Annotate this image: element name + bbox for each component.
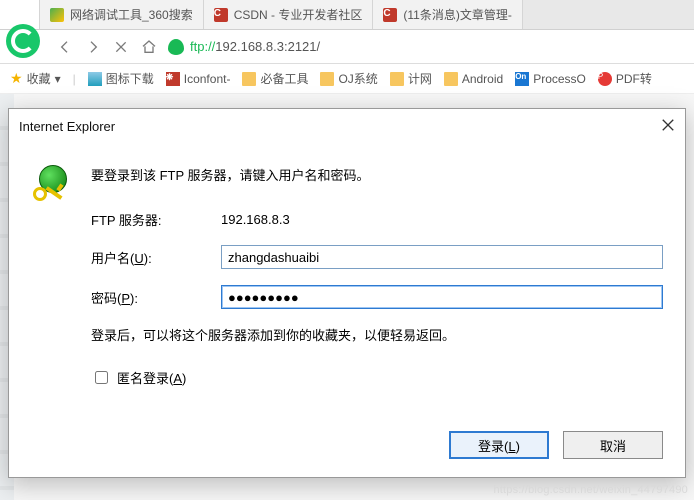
bm-2[interactable]: 必备工具: [242, 70, 308, 87]
bm-label: ProcessO: [533, 72, 586, 86]
bm-6[interactable]: On ProcessO: [515, 72, 586, 86]
forward-button[interactable]: [84, 38, 102, 56]
tab-0[interactable]: 网络调试工具_360搜索: [40, 0, 204, 29]
image-icon: [88, 72, 102, 86]
star-icon: ★: [10, 70, 23, 87]
browser-logo: [6, 24, 40, 58]
bm-label: 计网: [408, 70, 432, 87]
back-button[interactable]: [56, 38, 74, 56]
bm-label: Android: [462, 72, 503, 86]
folder-icon: [320, 72, 334, 86]
shield-icon: [168, 39, 184, 55]
dialog-close-button[interactable]: [661, 118, 675, 135]
tab-bar: 网络调试工具_360搜索 C CSDN - 专业开发者社区 C (11条消息)文…: [0, 0, 694, 30]
dialog-button-row: 登录(L) 取消: [9, 421, 685, 477]
pdf-icon: P: [598, 72, 612, 86]
password-row: 密码(P):: [91, 285, 663, 309]
folder-icon: [242, 72, 256, 86]
bm-label: PDF转: [616, 70, 652, 87]
iconfont-icon: ❋: [166, 72, 180, 86]
dialog-note: 登录后，可以将这个服务器添加到你的收藏夹，以便轻易返回。: [91, 325, 663, 344]
watermark: https://blog.csdn.net/weixin_44797490: [493, 484, 688, 496]
url-bar[interactable]: ftp://192.168.8.3:2121/: [168, 39, 684, 55]
ftp-login-dialog: Internet Explorer 要登录到该 FTP 服务器，请键入用户名和密…: [8, 108, 686, 478]
dialog-prompt: 要登录到该 FTP 服务器，请键入用户名和密码。: [91, 165, 663, 184]
bm-0[interactable]: 图标下载: [88, 70, 154, 87]
server-row: FTP 服务器: 192.168.8.3: [91, 210, 663, 229]
bm-1[interactable]: ❋ Iconfont-: [166, 72, 231, 86]
tab-label: 网络调试工具_360搜索: [70, 6, 193, 23]
home-button[interactable]: [140, 38, 158, 56]
bm-label: 图标下载: [106, 70, 154, 87]
tab-1[interactable]: C CSDN - 专业开发者社区: [204, 0, 374, 29]
tab-label: CSDN - 专业开发者社区: [234, 6, 363, 23]
bm-label: 必备工具: [260, 70, 308, 87]
favorites-button[interactable]: ★ 收藏 ▾: [10, 70, 61, 87]
username-input[interactable]: [221, 245, 663, 269]
login-button[interactable]: 登录(L): [449, 431, 549, 459]
processon-icon: On: [515, 72, 529, 86]
favicon-360-icon: [50, 8, 64, 22]
password-input[interactable]: [221, 285, 663, 309]
url-rest: 192.168.8.3:2121/: [215, 39, 320, 54]
close-button[interactable]: [112, 38, 130, 56]
folder-icon: [390, 72, 404, 86]
key-icon: [31, 165, 73, 207]
bm-5[interactable]: Android: [444, 72, 503, 86]
server-label: FTP 服务器:: [91, 210, 221, 229]
divider: |: [73, 72, 76, 86]
bookmarks-bar: ★ 收藏 ▾ | 图标下载 ❋ Iconfont- 必备工具 OJ系统 计网 An…: [0, 64, 694, 94]
chevron-icon: ▾: [55, 72, 61, 86]
tab-label: (11条消息)文章管理-: [403, 6, 511, 23]
anonymous-text: 匿名登录(A): [117, 368, 186, 387]
anonymous-checkbox-label[interactable]: 匿名登录(A): [91, 368, 663, 387]
server-value: 192.168.8.3: [221, 212, 290, 227]
username-row: 用户名(U):: [91, 245, 663, 269]
bm-4[interactable]: 计网: [390, 70, 432, 87]
folder-icon: [444, 72, 458, 86]
dialog-titlebar: Internet Explorer: [9, 109, 685, 143]
bm-3[interactable]: OJ系统: [320, 70, 377, 87]
tab-2[interactable]: C (11条消息)文章管理-: [373, 0, 522, 29]
bm-label: OJ系统: [338, 70, 377, 87]
favicon-csdn-icon: C: [383, 8, 397, 22]
favicon-csdn-icon: C: [214, 8, 228, 22]
anonymous-checkbox[interactable]: [95, 371, 108, 384]
fav-label: 收藏: [27, 70, 51, 87]
password-label: 密码(P):: [91, 288, 221, 307]
nav-bar: ftp://192.168.8.3:2121/: [0, 30, 694, 64]
bm-7[interactable]: P PDF转: [598, 70, 652, 87]
dialog-title-text: Internet Explorer: [19, 119, 115, 134]
bm-label: Iconfont-: [184, 72, 231, 86]
username-label: 用户名(U):: [91, 248, 221, 267]
cancel-button[interactable]: 取消: [563, 431, 663, 459]
url-proto: ftp://: [190, 39, 215, 54]
